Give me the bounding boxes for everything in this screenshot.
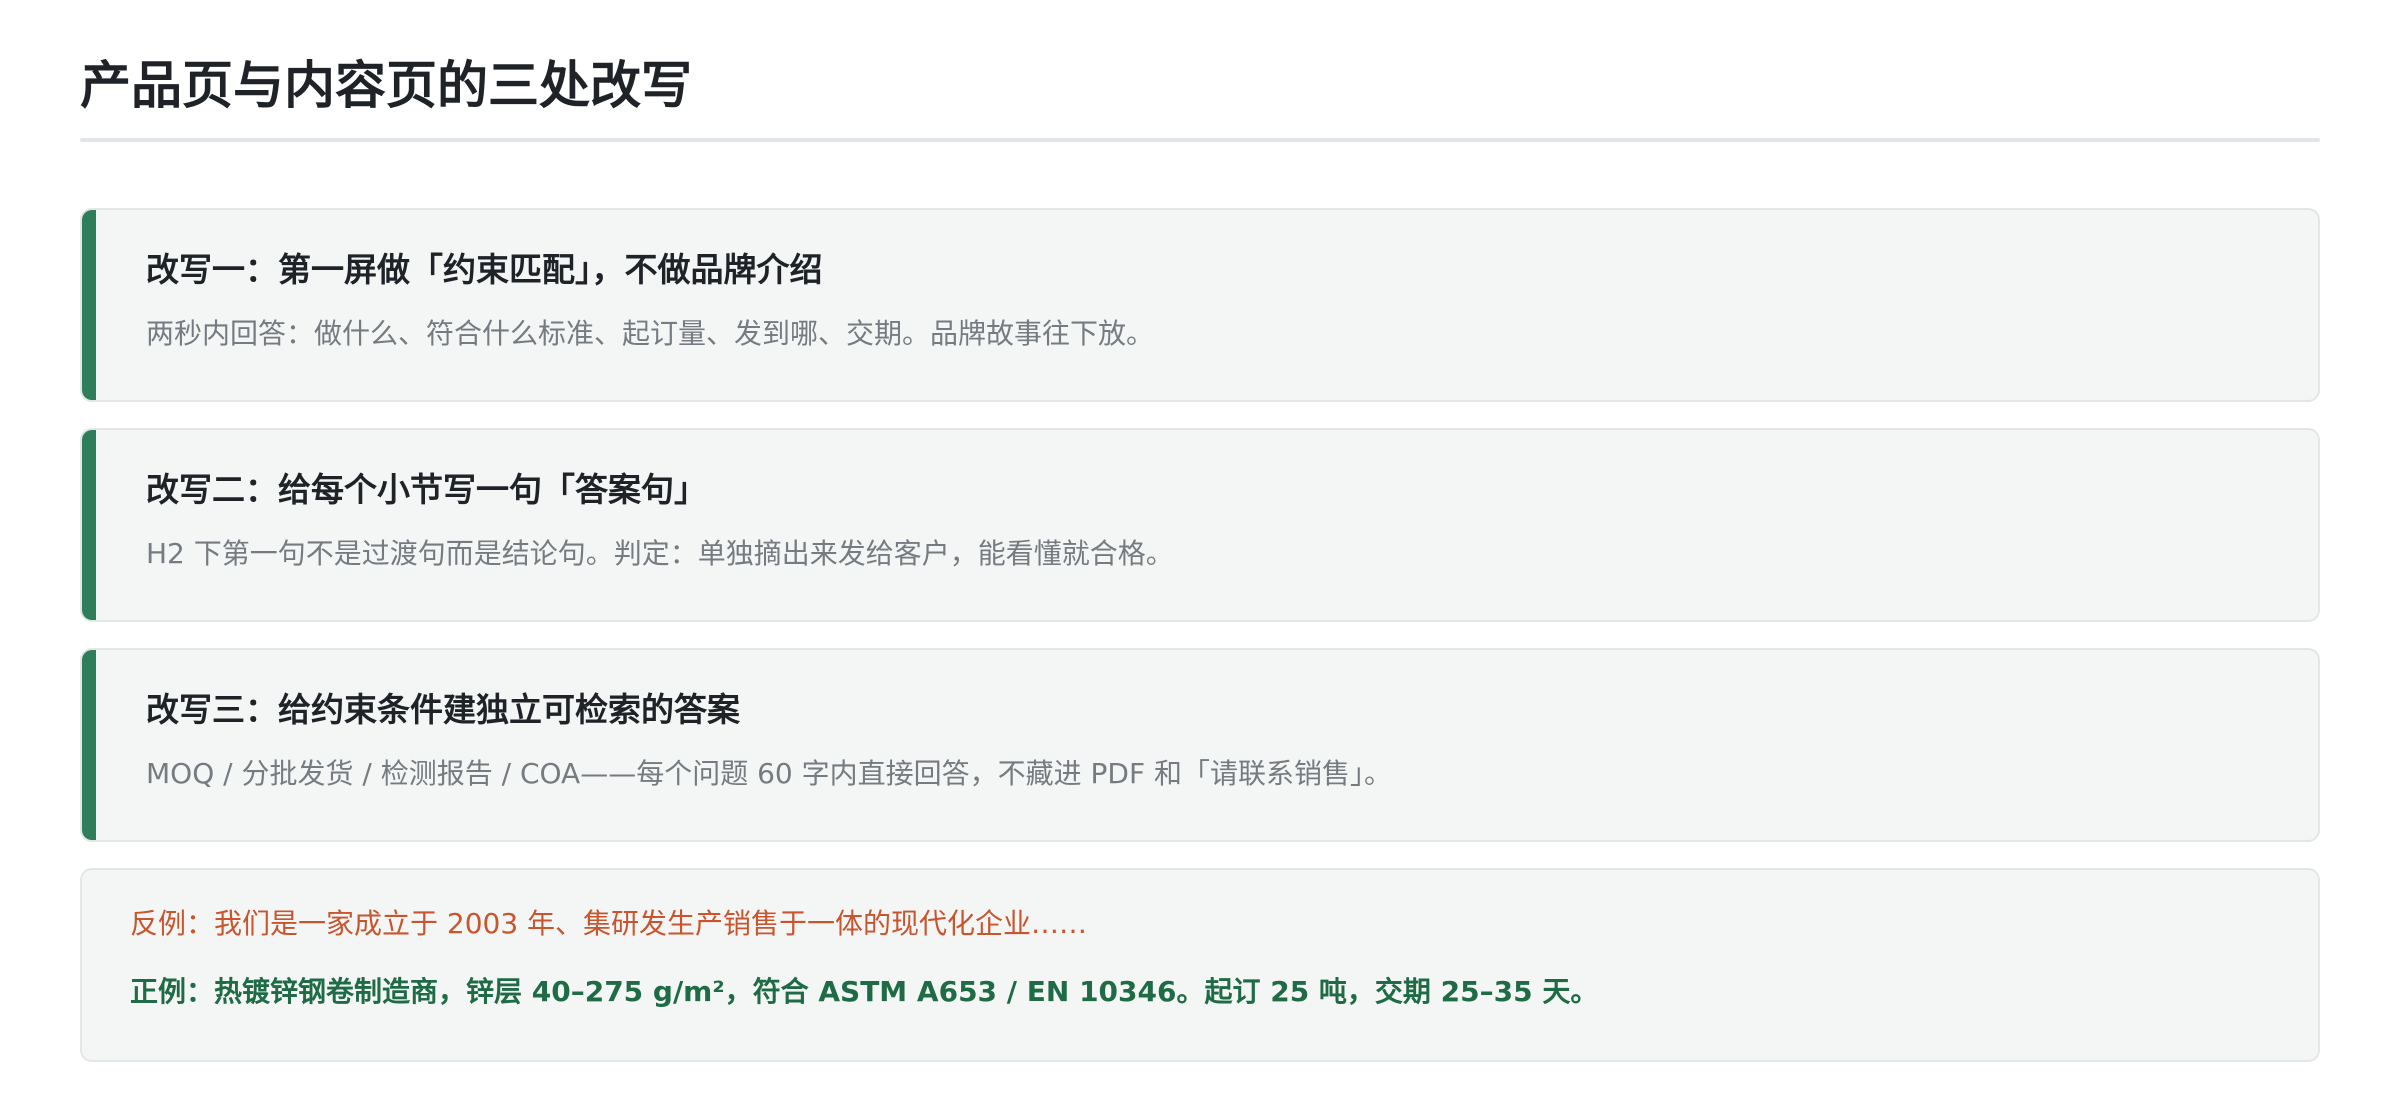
bad-example-text: 反例：我们是一家成立于 2003 年、集研发生产销售于一体的现代化企业…… [130, 907, 1088, 940]
example-comparison-box: 反例：我们是一家成立于 2003 年、集研发生产销售于一体的现代化企业…… 正例… [80, 868, 2320, 1062]
rewrite-card-description: 两秒内回答：做什么、符合什么标准、起订量、发到哪、交期。品牌故事往下放。 [146, 317, 1155, 350]
rewrite-card-3: 改写三：给约束条件建独立可检索的答案 MOQ / 分批发货 / 检测报告 / C… [80, 648, 2320, 842]
card-accent-bar [82, 210, 96, 400]
rewrite-card-description: MOQ / 分批发货 / 检测报告 / COA——每个问题 60 字内直接回答，… [146, 757, 1392, 790]
rewrite-card-title: 改写二：给每个小节写一句「答案句」 [146, 470, 707, 509]
page: 产品页与内容页的三处改写 改写一：第一屏做「约束匹配」，不做品牌介绍 两秒内回答… [0, 0, 2400, 1120]
rewrite-list: 改写一：第一屏做「约束匹配」，不做品牌介绍 两秒内回答：做什么、符合什么标准、起… [80, 208, 2320, 842]
card-accent-bar [82, 430, 96, 620]
rewrite-card-2: 改写二：给每个小节写一句「答案句」 H2 下第一句不是过渡句而是结论句。判定：单… [80, 428, 2320, 622]
page-title: 产品页与内容页的三处改写 [80, 57, 693, 116]
good-example-text: 正例：热镀锌钢卷制造商，锌层 40–275 g/m²，符合 ASTM A653 … [130, 975, 1599, 1008]
rewrite-card-description: H2 下第一句不是过渡句而是结论句。判定：单独摘出来发给客户，能看懂就合格。 [146, 537, 1174, 570]
rewrite-card-1: 改写一：第一屏做「约束匹配」，不做品牌介绍 两秒内回答：做什么、符合什么标准、起… [80, 208, 2320, 402]
rewrite-card-title: 改写一：第一屏做「约束匹配」，不做品牌介绍 [146, 250, 823, 289]
card-accent-bar [82, 650, 96, 840]
rewrite-card-title: 改写三：给约束条件建独立可检索的答案 [146, 690, 740, 729]
title-divider [80, 138, 2320, 142]
